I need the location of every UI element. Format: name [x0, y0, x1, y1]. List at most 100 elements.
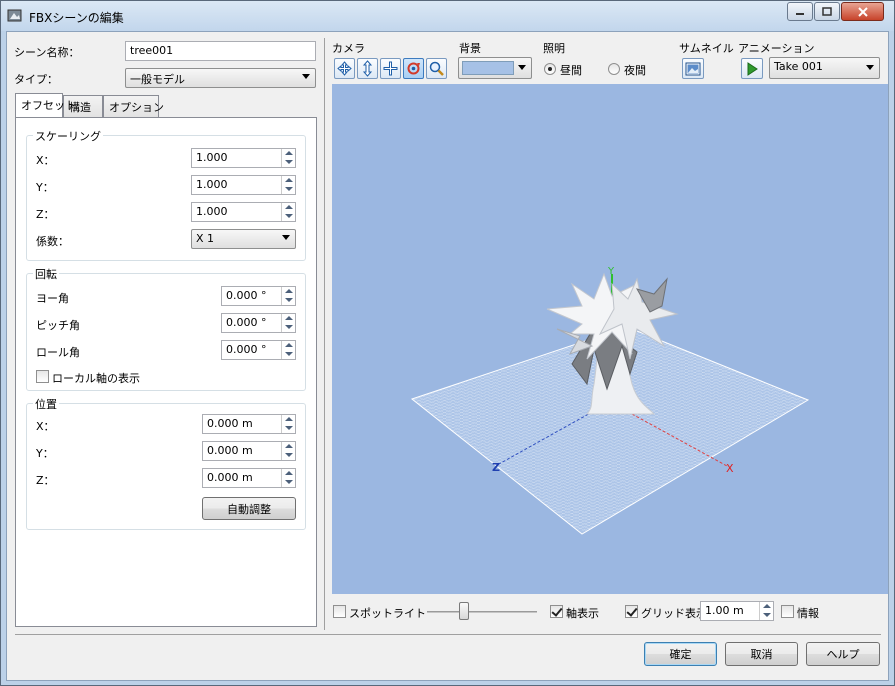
roll-label: ロール角 — [36, 346, 80, 359]
animation-take-value: Take 001 — [774, 60, 823, 73]
pitch-label: ピッチ角 — [36, 319, 80, 332]
tab-options[interactable]: オプション — [103, 95, 164, 117]
pos-x-spinner[interactable] — [281, 415, 295, 433]
pos-x-value: 0.000 m — [207, 417, 253, 430]
axis-display-checkbox[interactable] — [550, 605, 563, 618]
info-label: 情報 — [797, 607, 819, 620]
pos-z-spinner[interactable] — [281, 469, 295, 487]
x-axis-label: X — [726, 462, 734, 475]
scale-y-input[interactable]: 1.000 — [191, 175, 296, 195]
roll-spinner[interactable] — [281, 341, 295, 359]
close-button[interactable] — [841, 2, 884, 21]
minimize-button[interactable] — [787, 2, 813, 21]
pitch-spinner[interactable] — [281, 314, 295, 332]
roll-input[interactable]: 0.000 ° — [221, 340, 296, 360]
maximize-icon — [822, 7, 832, 16]
help-button[interactable]: ヘルプ — [806, 642, 880, 666]
night-radio[interactable] — [608, 63, 620, 75]
animation-label: アニメーション — [738, 42, 815, 55]
grid-size-spinner[interactable] — [759, 602, 773, 620]
axis-display-label: 軸表示 — [566, 607, 599, 620]
pos-y-label: Y： — [36, 447, 54, 460]
lighting-label: 照明 — [543, 42, 565, 55]
minimize-icon — [796, 12, 804, 15]
scale-y-spinner[interactable] — [281, 176, 295, 194]
grid-display-checkbox[interactable] — [625, 605, 638, 618]
scale-z-label: Z： — [36, 208, 55, 221]
local-axis-checkbox[interactable] — [36, 370, 49, 383]
pos-y-value: 0.000 m — [207, 444, 253, 457]
scale-x-input[interactable]: 1.000 — [191, 148, 296, 168]
type-select[interactable]: 一般モデル — [125, 68, 316, 88]
cancel-button[interactable]: 取消 — [725, 642, 798, 666]
pitch-value: 0.000 ° — [226, 316, 267, 329]
play-button[interactable] — [741, 58, 763, 79]
thumbnail-button[interactable] — [682, 58, 704, 79]
scale-y-label: Y： — [36, 181, 54, 194]
auto-adjust-button[interactable]: 自動調整 — [202, 497, 296, 520]
yaw-input[interactable]: 0.000 ° — [221, 286, 296, 306]
zoom-icon — [429, 61, 444, 76]
spotlight-checkbox[interactable] — [333, 605, 346, 618]
camera-zoom-button[interactable] — [426, 58, 447, 79]
pos-z-value: 0.000 m — [207, 471, 253, 484]
y-axis-label: Y — [607, 266, 615, 277]
dialog-window: FBXシーンの編集 シーン名称： tree001 タイプ： 一般モデル オフセッ… — [0, 0, 895, 686]
pitch-input[interactable]: 0.000 ° — [221, 313, 296, 333]
local-axis-label: ローカル軸の表示 — [52, 372, 140, 385]
pos-y-spinner[interactable] — [281, 442, 295, 460]
scale-z-input[interactable]: 1.000 — [191, 202, 296, 222]
grid-size-input[interactable]: 1.00 m — [700, 601, 774, 621]
camera-label: カメラ — [332, 42, 365, 55]
3d-viewport[interactable]: X Z Y — [332, 84, 888, 594]
camera-pan-button[interactable] — [380, 58, 401, 79]
scaling-group: スケーリング X： 1.000 Y： 1.000 Z： 1.000 係数： X … — [26, 128, 306, 261]
pos-y-input[interactable]: 0.000 m — [202, 441, 296, 461]
rotate-icon — [337, 61, 352, 76]
yaw-spinner[interactable] — [281, 287, 295, 305]
spotlight-slider-thumb[interactable] — [459, 602, 469, 620]
factor-select-value: X 1 — [196, 232, 215, 245]
spotlight-slider-track[interactable] — [427, 611, 537, 613]
pos-x-input[interactable]: 0.000 m — [202, 414, 296, 434]
background-color-select[interactable] — [458, 57, 532, 79]
thumbnail-label: サムネイル — [679, 42, 734, 55]
close-icon — [857, 6, 868, 17]
scale-z-spinner[interactable] — [281, 203, 295, 221]
maximize-button[interactable] — [814, 2, 840, 21]
z-axis-label: Z — [492, 461, 500, 474]
grid-display-label: グリッド表示 — [641, 607, 707, 620]
type-select-value: 一般モデル — [130, 73, 185, 86]
image-icon — [685, 62, 701, 75]
pos-z-input[interactable]: 0.000 m — [202, 468, 296, 488]
yaw-label: ヨー角 — [36, 292, 69, 305]
ok-button[interactable]: 確定 — [644, 642, 717, 666]
chevron-down-icon — [302, 74, 310, 79]
rotation-group: 回転 ヨー角 0.000 ° ピッチ角 0.000 ° ロール角 0.000 °… — [26, 266, 306, 391]
chevron-down-icon — [282, 235, 290, 240]
scale-y-value: 1.000 — [196, 178, 228, 191]
factor-select[interactable]: X 1 — [191, 229, 296, 249]
daytime-radio[interactable] — [544, 63, 556, 75]
scene-render: X Z Y — [410, 266, 810, 535]
chevron-down-icon — [518, 65, 526, 70]
camera-updown-button[interactable] — [357, 58, 378, 79]
yaw-value: 0.000 ° — [226, 289, 267, 302]
type-label: タイプ： — [14, 73, 58, 86]
scale-x-spinner[interactable] — [281, 149, 295, 167]
animation-take-select[interactable]: Take 001 — [769, 57, 880, 79]
tab-offset[interactable]: オフセット — [15, 93, 76, 117]
background-label: 背景 — [459, 42, 481, 55]
pan-icon — [383, 61, 398, 76]
vertical-divider — [324, 38, 325, 630]
camera-rotate-button[interactable] — [334, 58, 355, 79]
title-bar[interactable]: FBXシーンの編集 — [1, 1, 894, 31]
daytime-label: 昼間 — [560, 64, 582, 77]
camera-orbit-button[interactable] — [403, 58, 424, 79]
background-color-swatch — [462, 61, 514, 75]
info-checkbox[interactable] — [781, 605, 794, 618]
pos-x-label: X： — [36, 420, 55, 433]
night-label: 夜間 — [624, 64, 646, 77]
move-updown-icon — [362, 60, 373, 77]
scene-name-input[interactable]: tree001 — [125, 41, 316, 61]
